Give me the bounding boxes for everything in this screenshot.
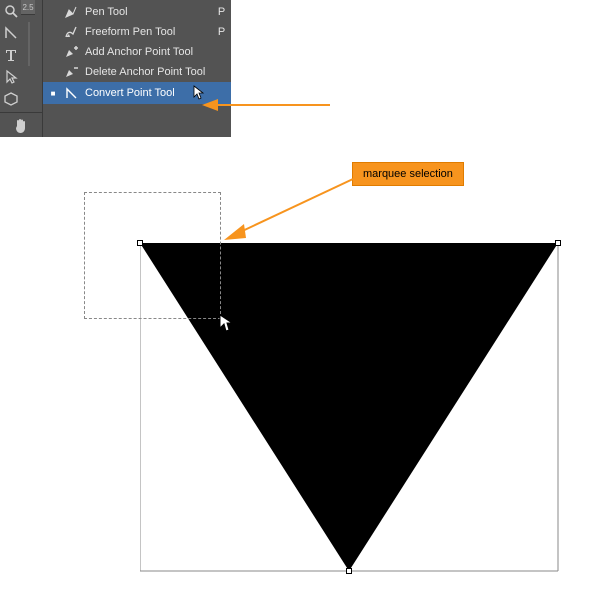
flyout-shortcut: P [211, 6, 225, 18]
hollow-arrow-icon [3, 69, 19, 85]
angle-icon [64, 86, 78, 100]
anchor-point[interactable] [137, 240, 143, 246]
anchor-point[interactable] [346, 568, 352, 574]
callout-text: marquee selection [363, 168, 453, 180]
annotation-arrow-marquee [218, 176, 358, 246]
flyout-item-freeform[interactable]: Freeform Pen Tool P [43, 22, 231, 42]
flyout-label: Delete Anchor Point Tool [85, 66, 205, 78]
ruler-corner: 2.5 [21, 0, 35, 15]
ps-panel: 2.5 [0, 0, 231, 137]
flyout-item-convert-point[interactable]: ■ Convert Point Tool [43, 82, 231, 104]
ruler-tick-2 [21, 44, 42, 66]
marquee-selection[interactable] [84, 192, 221, 319]
ruler-tick-1 [21, 22, 42, 44]
flyout-label: Pen Tool [85, 6, 205, 18]
hexagon-icon [3, 91, 19, 107]
magnifier-icon [3, 3, 19, 19]
cursor-icon [219, 314, 237, 334]
flyout-label: Convert Point Tool [85, 87, 185, 99]
pen-icon [64, 5, 78, 19]
type-icon [3, 47, 19, 63]
hand-icon [12, 117, 30, 135]
convert-point-cursor [219, 314, 237, 337]
flyout-item-add-anchor[interactable]: Add Anchor Point Tool [43, 42, 231, 62]
callout-marquee: marquee selection [352, 162, 464, 186]
cursor-arrow-icon [193, 85, 205, 101]
convert-point-tool[interactable] [0, 22, 21, 44]
zoom-tool[interactable] [0, 0, 21, 22]
pen-tool-flyout: Pen Tool P Freeform Pen Tool P [43, 0, 231, 137]
ruler-value: 2.5 [22, 3, 33, 12]
flyout-item-delete-anchor[interactable]: Delete Anchor Point Tool [43, 62, 231, 82]
anchor-point[interactable] [555, 240, 561, 246]
pen-minus-icon [64, 65, 78, 79]
flyout-item-pen[interactable]: Pen Tool P [43, 2, 231, 22]
type-tool[interactable] [0, 44, 21, 66]
angle-icon [3, 25, 19, 41]
hand-tool[interactable] [0, 115, 42, 137]
triangle-shape[interactable] [140, 243, 560, 573]
tool-palette: 2.5 [0, 0, 43, 137]
freeform-pen-icon [64, 25, 78, 39]
flyout-shortcut: P [211, 26, 225, 38]
pen-plus-icon [64, 45, 78, 59]
shape-tool[interactable] [0, 88, 21, 110]
check-icon: ■ [49, 89, 57, 98]
flyout-label: Freeform Pen Tool [85, 26, 205, 38]
direct-selection-tool[interactable] [0, 66, 21, 88]
ruler-tick-3 [21, 66, 42, 88]
ruler-tick-4 [21, 88, 42, 110]
flyout-label: Add Anchor Point Tool [85, 46, 205, 58]
